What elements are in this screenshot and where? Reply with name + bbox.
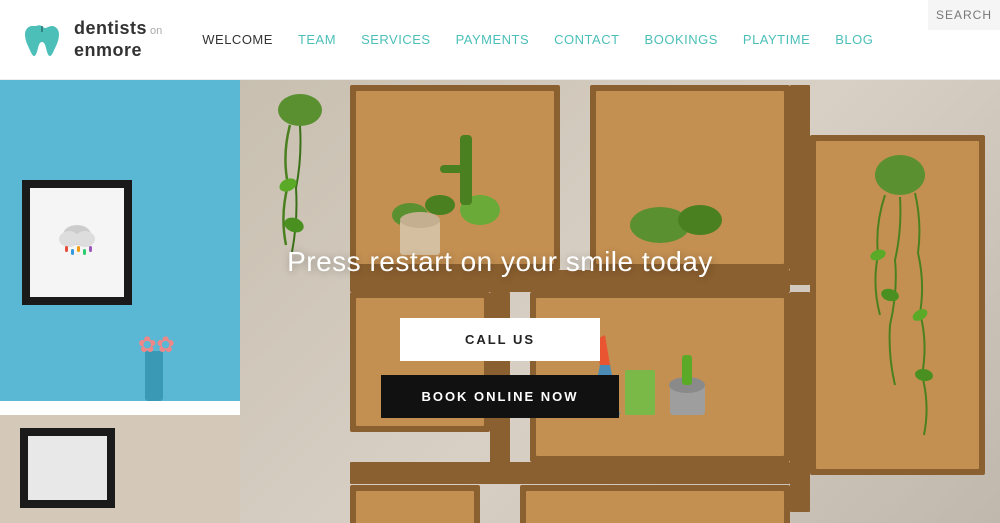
main-nav: WELCOME TEAM SERVICES PAYMENTS CONTACT B…: [192, 27, 980, 52]
hero-content: Press restart on your smile today CALL U…: [0, 80, 1000, 523]
logo-icon: [20, 18, 64, 62]
site-header: dentistson enmore WELCOME TEAM SERVICES …: [0, 0, 1000, 80]
hero-tagline: Press restart on your smile today: [287, 246, 713, 278]
search-button[interactable]: SEARCH: [928, 0, 1000, 30]
logo[interactable]: dentistson enmore: [20, 18, 162, 62]
logo-text: dentistson enmore: [74, 18, 162, 61]
call-us-button[interactable]: CALL US: [400, 318, 600, 361]
hero-section: ✿✿: [0, 80, 1000, 523]
nav-contact[interactable]: CONTACT: [544, 27, 629, 52]
nav-team[interactable]: TEAM: [288, 27, 346, 52]
book-online-button[interactable]: BOOK ONLINE NOW: [381, 375, 618, 418]
nav-bookings[interactable]: BOOKINGS: [635, 27, 728, 52]
nav-welcome[interactable]: WELCOME: [192, 27, 283, 52]
nav-playtime[interactable]: PLAYTIME: [733, 27, 820, 52]
nav-blog[interactable]: BLOG: [825, 27, 883, 52]
nav-payments[interactable]: PAYMENTS: [446, 27, 540, 52]
nav-services[interactable]: SERVICES: [351, 27, 441, 52]
